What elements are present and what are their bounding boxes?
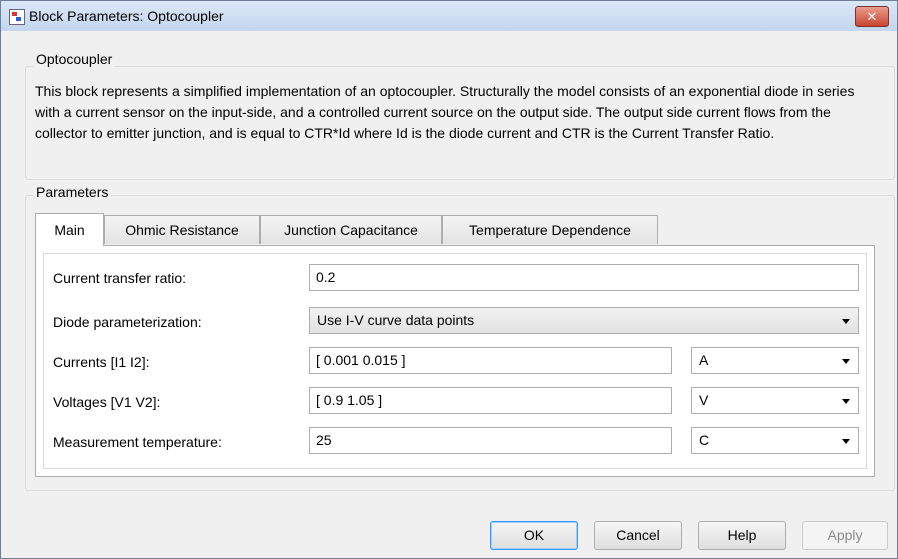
help-button[interactable]: Help: [698, 521, 786, 550]
window-title: Block Parameters: Optocoupler: [29, 8, 224, 24]
parameters-group-title: Parameters: [33, 184, 112, 200]
voltages-unit-select[interactable]: V: [691, 387, 859, 414]
ctr-input[interactable]: 0.2: [309, 264, 859, 291]
title-bar[interactable]: Block Parameters: Optocoupler ✕: [1, 1, 897, 31]
measurement-temperature-label: Measurement temperature:: [53, 434, 222, 450]
voltages-input[interactable]: [ 0.9 1.05 ]: [309, 387, 672, 414]
tab-main[interactable]: Main: [35, 213, 104, 246]
tab-temperature-dependence[interactable]: Temperature Dependence: [442, 215, 658, 244]
simulink-block-icon: [9, 9, 25, 25]
chevron-down-icon: [842, 439, 850, 444]
currents-unit-select[interactable]: A: [691, 347, 859, 374]
currents-label: Currents [I1 I2]:: [53, 354, 150, 370]
temperature-unit-value: C: [699, 432, 710, 448]
currents-unit-value: A: [699, 352, 709, 368]
chevron-down-icon: [842, 319, 850, 324]
currents-input[interactable]: [ 0.001 0.015 ]: [309, 347, 672, 374]
cancel-button[interactable]: Cancel: [594, 521, 682, 550]
measurement-temperature-input[interactable]: 25: [309, 427, 672, 454]
chevron-down-icon: [842, 359, 850, 364]
voltages-unit-value: V: [699, 392, 709, 408]
tab-ohmic-resistance[interactable]: Ohmic Resistance: [104, 215, 260, 244]
tab-junction-capacitance[interactable]: Junction Capacitance: [260, 215, 442, 244]
ctr-label: Current transfer ratio:: [53, 270, 187, 286]
chevron-down-icon: [842, 399, 850, 404]
apply-button[interactable]: Apply: [802, 521, 888, 550]
diode-parameterization-value: Use I-V curve data points: [317, 312, 475, 328]
temperature-unit-select[interactable]: C: [691, 427, 859, 454]
close-button[interactable]: ✕: [855, 6, 889, 27]
diode-parameterization-select[interactable]: Use I-V curve data points: [309, 307, 859, 334]
voltages-label: Voltages [V1 V2]:: [53, 394, 161, 410]
diode-parameterization-label: Diode parameterization:: [53, 314, 202, 330]
description-group-title: Optocoupler: [33, 51, 116, 67]
block-description: This block represents a simplified imple…: [35, 83, 855, 141]
dialog-window: Block Parameters: Optocoupler ✕ Optocoup…: [0, 0, 898, 559]
ok-button[interactable]: OK: [490, 521, 578, 550]
